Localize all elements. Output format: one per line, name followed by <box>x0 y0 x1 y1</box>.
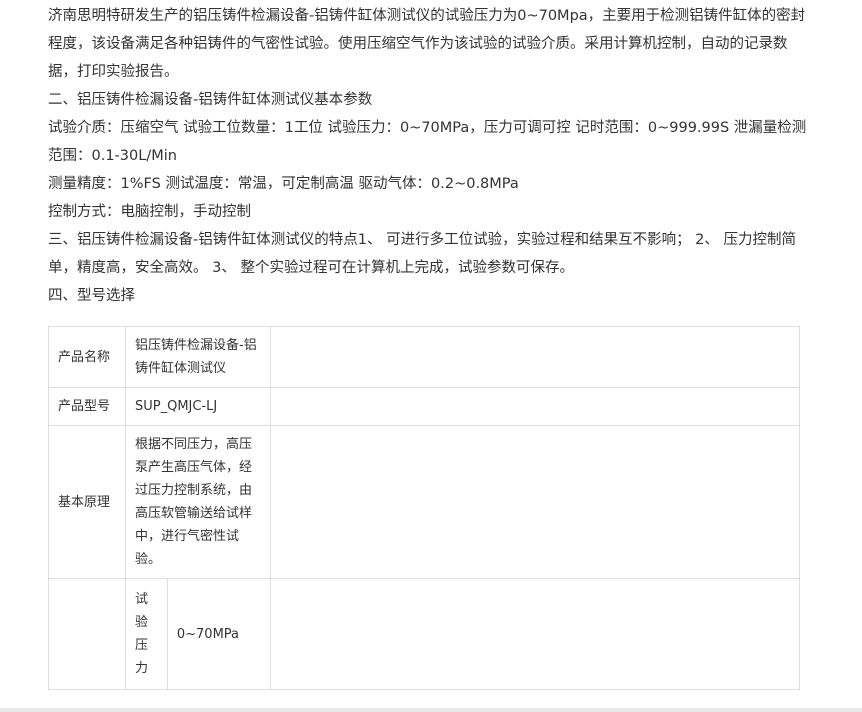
table-cell-value: SUP_QMJC-LJ <box>125 387 271 426</box>
params-paragraph-2: 测量精度：1%FS 测试温度：常温，可定制高温 驱动气体：0.2~0.8MPa <box>48 176 519 192</box>
table-cell-empty <box>48 578 126 690</box>
table-cell-subkey: 试验压力 <box>125 578 168 690</box>
table-row: 试验压力 0~70MPa <box>48 578 800 690</box>
article-body: 济南思明特研发生产的铝压铸件检漏设备-铝铸件缸体测试仪的试验压力为0~70Mpa… <box>48 0 808 310</box>
table-cell-value: 根据不同压力，高压泵产生高压气体，经过压力控制系统，由高压软管输送给试样中，进行… <box>125 425 271 579</box>
spec-table: 产品名称 铝压铸件检漏设备-铝铸件缸体测试仪 产品型号 SUP_QMJC-LJ … <box>48 326 800 690</box>
table-cell-empty <box>270 326 800 388</box>
table-cell-empty <box>270 425 800 579</box>
table-cell-key: 基本原理 <box>48 425 126 579</box>
table-cell-empty <box>270 578 800 690</box>
table-cell-key: 产品型号 <box>48 387 126 426</box>
table-cell-subvalue: 0~70MPa <box>166 578 272 690</box>
table-cell-empty <box>270 387 800 426</box>
table-row: 产品型号 SUP_QMJC-LJ <box>48 387 800 426</box>
table-row: 产品名称 铝压铸件检漏设备-铝铸件缸体测试仪 <box>48 326 800 388</box>
table-cell-value: 铝压铸件检漏设备-铝铸件缸体测试仪 <box>125 326 271 388</box>
page-bottom-divider <box>0 708 862 712</box>
table-cell-key: 产品名称 <box>48 326 126 388</box>
section-heading-params: 二、铝压铸件检漏设备-铝铸件缸体测试仪基本参数 <box>48 92 373 108</box>
section-heading-models: 四、型号选择 <box>48 288 135 304</box>
params-paragraph-3: 控制方式：电脑控制，手动控制 <box>48 204 251 220</box>
table-row: 基本原理 根据不同压力，高压泵产生高压气体，经过压力控制系统，由高压软管输送给试… <box>48 425 800 579</box>
params-paragraph-1: 试验介质：压缩空气 试验工位数量：1工位 试验压力：0~70MPa，压力可调可控… <box>48 120 807 164</box>
features-paragraph: 三、铝压铸件检漏设备-铝铸件缸体测试仪的特点1、 可进行多工位试验，实验过程和结… <box>48 232 797 276</box>
intro-paragraph: 济南思明特研发生产的铝压铸件检漏设备-铝铸件缸体测试仪的试验压力为0~70Mpa… <box>48 8 806 80</box>
